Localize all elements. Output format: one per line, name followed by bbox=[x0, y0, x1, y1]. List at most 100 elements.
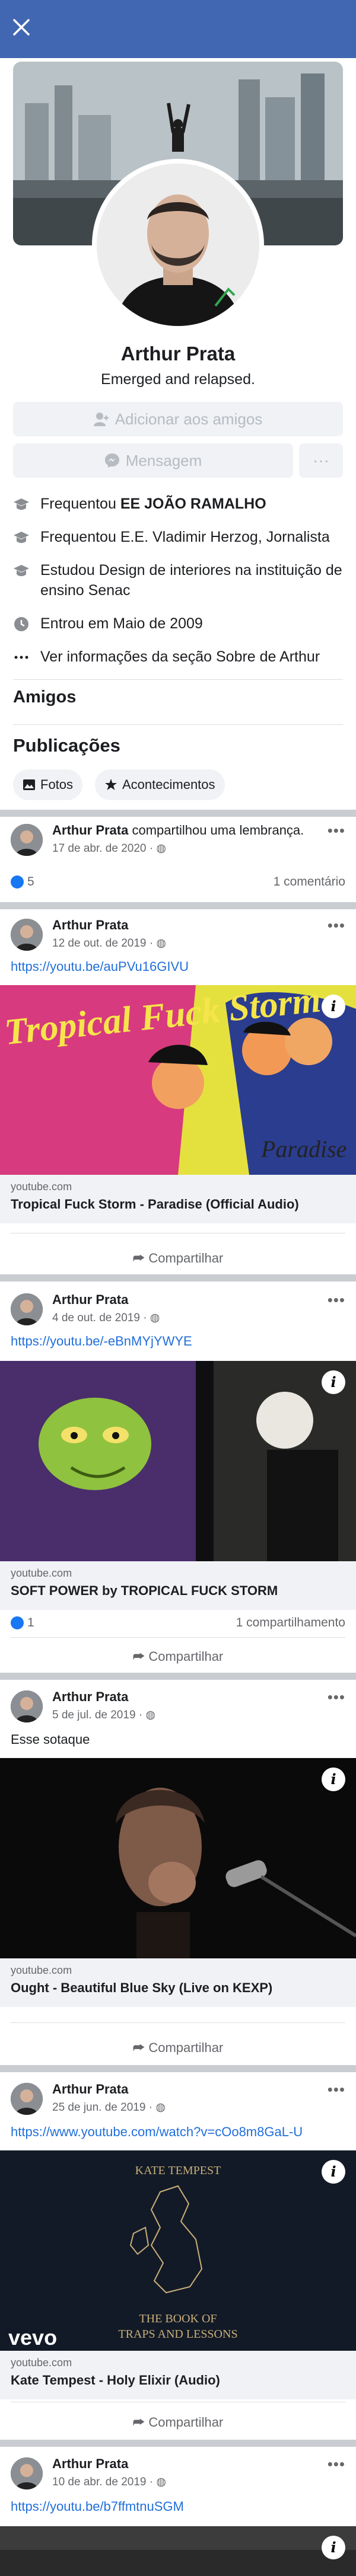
post-author-line: Arthur Prata bbox=[52, 2082, 128, 2097]
school-name[interactable]: EE JOÃO RAMALHO bbox=[120, 496, 266, 512]
graduation-cap-icon bbox=[14, 498, 29, 510]
post-date[interactable]: 12 de out. de 2019 · ◍ bbox=[52, 937, 166, 950]
avatar[interactable] bbox=[11, 1293, 43, 1325]
about-school-1: Frequentou EE JOÃO RAMALHO bbox=[13, 494, 343, 514]
divider bbox=[13, 724, 343, 725]
info-icon[interactable]: i bbox=[322, 1370, 345, 1394]
close-icon[interactable] bbox=[11, 17, 32, 38]
profile-name: Arthur Prata bbox=[120, 343, 236, 365]
divider bbox=[13, 679, 343, 680]
photos-chip[interactable]: Fotos bbox=[13, 769, 83, 800]
about-study: Estudou Design de interiores na institui… bbox=[13, 560, 343, 600]
link-preview-caption[interactable]: youtube.com Ought - Beautiful Blue Sky (… bbox=[0, 1958, 356, 2007]
friends-heading[interactable]: Amigos bbox=[13, 688, 76, 707]
message-button[interactable]: Mensagem bbox=[13, 443, 293, 478]
share-button[interactable]: ⮫ Compartilhar bbox=[0, 1251, 356, 1266]
post-link[interactable]: https://youtu.be/b7ffmtnuSGM bbox=[11, 2499, 184, 2514]
post-header: Arthur Prata 5 de jul. de 2019 · ◍ ••• bbox=[0, 1687, 356, 1728]
art-subtitle: Paradise bbox=[260, 1136, 347, 1162]
post-date[interactable]: 5 de jul. de 2019 · ◍ bbox=[52, 1708, 155, 1722]
add-friend-button[interactable]: Adicionar aos amigos bbox=[13, 402, 343, 436]
like-count[interactable]: 5 bbox=[27, 875, 34, 889]
link-preview-caption[interactable]: youtube.com SOFT POWER by TROPICAL FUCK … bbox=[0, 1561, 356, 1610]
globe-icon: ◍ bbox=[150, 1312, 160, 1324]
post-author[interactable]: Arthur Prata bbox=[52, 823, 128, 838]
events-chip[interactable]: Acontecimentos bbox=[95, 769, 225, 800]
about-joined: Entrou em Maio de 2009 bbox=[13, 613, 343, 634]
share-count[interactable]: 1 compartilhamento bbox=[236, 1616, 345, 1630]
clock-icon bbox=[14, 617, 28, 631]
post-author[interactable]: Arthur Prata bbox=[52, 918, 128, 932]
post-author[interactable]: Arthur Prata bbox=[52, 2456, 128, 2471]
share-button[interactable]: ⮫ Compartilhar bbox=[0, 2040, 356, 2056]
avatar[interactable] bbox=[11, 1690, 43, 1722]
add-friend-label: Adicionar aos amigos bbox=[115, 410, 263, 428]
profile-picture[interactable] bbox=[92, 159, 264, 331]
post-author-line: Arthur Prata bbox=[52, 918, 128, 933]
about-see-more[interactable]: Ver informações da seção Sobre de Arthur bbox=[13, 647, 343, 667]
post-author[interactable]: Arthur Prata bbox=[52, 2082, 128, 2096]
post-options-icon[interactable]: ••• bbox=[328, 916, 345, 935]
post-header: Arthur Prata compartilhou uma lembrança.… bbox=[0, 820, 356, 862]
globe-icon: ◍ bbox=[155, 2101, 166, 2114]
graduation-cap-icon bbox=[14, 565, 29, 576]
post-date[interactable]: 25 de jun. de 2019 · ◍ bbox=[52, 2101, 166, 2114]
post-author[interactable]: Arthur Prata bbox=[52, 1292, 128, 1307]
post-author-line: Arthur Prata bbox=[52, 1292, 128, 1308]
link-preview-caption[interactable]: youtube.com Kate Tempest - Holy Elixir (… bbox=[0, 2351, 356, 2399]
avatar[interactable] bbox=[11, 919, 43, 951]
post-link[interactable]: https://youtu.be/auPVu16GIVU bbox=[11, 959, 189, 974]
share-icon: ⮫ bbox=[132, 1251, 149, 1265]
avatar[interactable] bbox=[11, 2457, 43, 2489]
share-icon: ⮫ bbox=[132, 2415, 149, 2430]
more-button[interactable]: ··· bbox=[299, 443, 343, 478]
post-link[interactable]: https://youtu.be/-eBnMYjYWYE bbox=[11, 1334, 192, 1349]
video-thumbnail[interactable]: i bbox=[0, 2526, 356, 2576]
post-stats: 1 1 compartilhamento bbox=[11, 1616, 345, 1630]
avatar[interactable] bbox=[11, 824, 43, 856]
share-icon: ⮫ bbox=[132, 1649, 149, 1664]
post-options-icon[interactable]: ••• bbox=[328, 2080, 345, 2099]
link-domain: youtube.com bbox=[11, 1964, 72, 1976]
dots-icon bbox=[14, 656, 28, 659]
section-separator bbox=[0, 902, 356, 909]
comment-count[interactable]: 1 comentário bbox=[274, 875, 345, 889]
post-link[interactable]: https://www.youtube.com/watch?v=cOo8m8Ga… bbox=[11, 2124, 303, 2140]
graduation-cap-icon bbox=[14, 532, 29, 543]
post-date[interactable]: 17 de abr. de 2020 · ◍ bbox=[52, 842, 166, 855]
post-author[interactable]: Arthur Prata bbox=[52, 1689, 128, 1704]
post-options-icon[interactable]: ••• bbox=[328, 1291, 345, 1309]
like-icon bbox=[11, 875, 24, 889]
info-icon[interactable]: i bbox=[322, 1768, 345, 1791]
art-top-text: KATE TEMPEST bbox=[135, 2164, 221, 2177]
art-bottom-text-1: THE BOOK OF bbox=[139, 2312, 217, 2325]
info-icon[interactable]: i bbox=[322, 2536, 345, 2559]
art-bottom-text-2: TRAPS AND LESSONS bbox=[118, 2328, 237, 2341]
link-title: Tropical Fuck Storm - Paradise (Official… bbox=[11, 1197, 299, 1212]
add-friend-icon bbox=[93, 413, 109, 426]
info-icon[interactable]: i bbox=[322, 2160, 345, 2184]
link-title: Kate Tempest - Holy Elixir (Audio) bbox=[11, 2373, 220, 2388]
link-preview-caption[interactable]: youtube.com Tropical Fuck Storm - Paradi… bbox=[0, 1175, 356, 1223]
post-options-icon[interactable]: ••• bbox=[328, 2455, 345, 2473]
info-icon[interactable]: i bbox=[322, 995, 345, 1018]
section-separator bbox=[0, 810, 356, 817]
video-thumbnail[interactable]: KATE TEMPEST THE BOOK OF TRAPS AND LESSO… bbox=[0, 2150, 356, 2351]
video-thumbnail[interactable]: i bbox=[0, 1758, 356, 1958]
link-domain: youtube.com bbox=[11, 2357, 72, 2369]
link-domain: youtube.com bbox=[11, 1567, 72, 1579]
divider bbox=[11, 2022, 345, 2023]
post-options-icon[interactable]: ••• bbox=[328, 1688, 345, 1706]
share-button[interactable]: ⮫ Compartilhar bbox=[0, 2415, 356, 2430]
video-thumbnail[interactable]: i bbox=[0, 1361, 356, 1561]
link-domain: youtube.com bbox=[11, 1181, 72, 1193]
share-button[interactable]: ⮫ Compartilhar bbox=[0, 1649, 356, 1664]
section-separator bbox=[0, 1274, 356, 1281]
video-thumbnail[interactable]: Tropical Fuck Storm Paradise i bbox=[0, 985, 356, 1175]
avatar[interactable] bbox=[11, 2083, 43, 2115]
like-count[interactable]: 1 bbox=[27, 1616, 34, 1629]
post-date[interactable]: 4 de out. de 2019 · ◍ bbox=[52, 1311, 160, 1325]
photo-icon bbox=[23, 779, 35, 790]
post-options-icon[interactable]: ••• bbox=[328, 822, 345, 840]
post-date[interactable]: 10 de abr. de 2019 · ◍ bbox=[52, 2475, 166, 2489]
